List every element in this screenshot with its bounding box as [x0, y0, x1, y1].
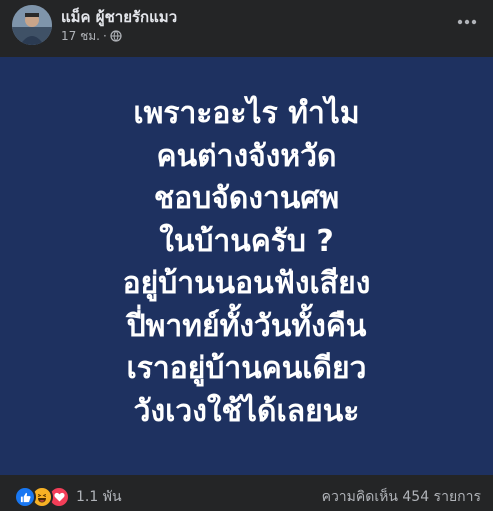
- globe-icon: [110, 30, 122, 42]
- reactions-summary[interactable]: 1.1 พัน: [14, 486, 122, 508]
- post-text-line: คนต่างจังหวัด: [156, 138, 337, 174]
- post-text-line: ในบ้านครับ ?: [159, 223, 334, 259]
- author-name[interactable]: แม็ค ผู้ชายรักแมว: [61, 8, 177, 26]
- post-timestamp[interactable]: 17 ชม.: [61, 28, 100, 44]
- post-header: แม็ค ผู้ชายรักแมว 17 ชม. ·: [0, 0, 493, 55]
- more-horizontal-icon: [457, 19, 477, 25]
- post-meta: 17 ชม. ·: [61, 28, 122, 44]
- post-footer: 1.1 พัน ความคิดเห็น 454 รายการ: [0, 475, 493, 511]
- like-icon: [14, 486, 36, 508]
- post-text-line: เพราะอะไร ทำไม: [133, 96, 360, 131]
- post-text-line: ชอบจัดงานศพ: [153, 181, 340, 216]
- post-text: เพราะอะไร ทำไม คนต่างจังหวัด ชอบจัดงานศพ…: [123, 93, 371, 433]
- post-text-line: เราอยู่บ้านคนเดียว: [126, 351, 367, 386]
- post-text-line: ปี่พาทย์ทั้งวันทั้งคืน: [126, 308, 367, 344]
- post-text-line: วังเวงใช้ได้เลยนะ: [133, 393, 360, 429]
- avatar-image: [12, 5, 52, 45]
- meta-separator: ·: [102, 29, 107, 43]
- post-text-line: อยู่บ้านนอนฟังเสียง: [122, 266, 371, 301]
- avatar[interactable]: [12, 5, 52, 45]
- comment-count[interactable]: ความคิดเห็น 454 รายการ: [322, 488, 481, 506]
- more-options-button[interactable]: [455, 10, 479, 34]
- post-card: แม็ค ผู้ชายรักแมว 17 ชม. · เพราะอะไร ทำไ…: [0, 0, 493, 511]
- reaction-count[interactable]: 1.1 พัน: [76, 488, 122, 506]
- post-content-card[interactable]: เพราะอะไร ทำไม คนต่างจังหวัด ชอบจัดงานศพ…: [0, 57, 493, 475]
